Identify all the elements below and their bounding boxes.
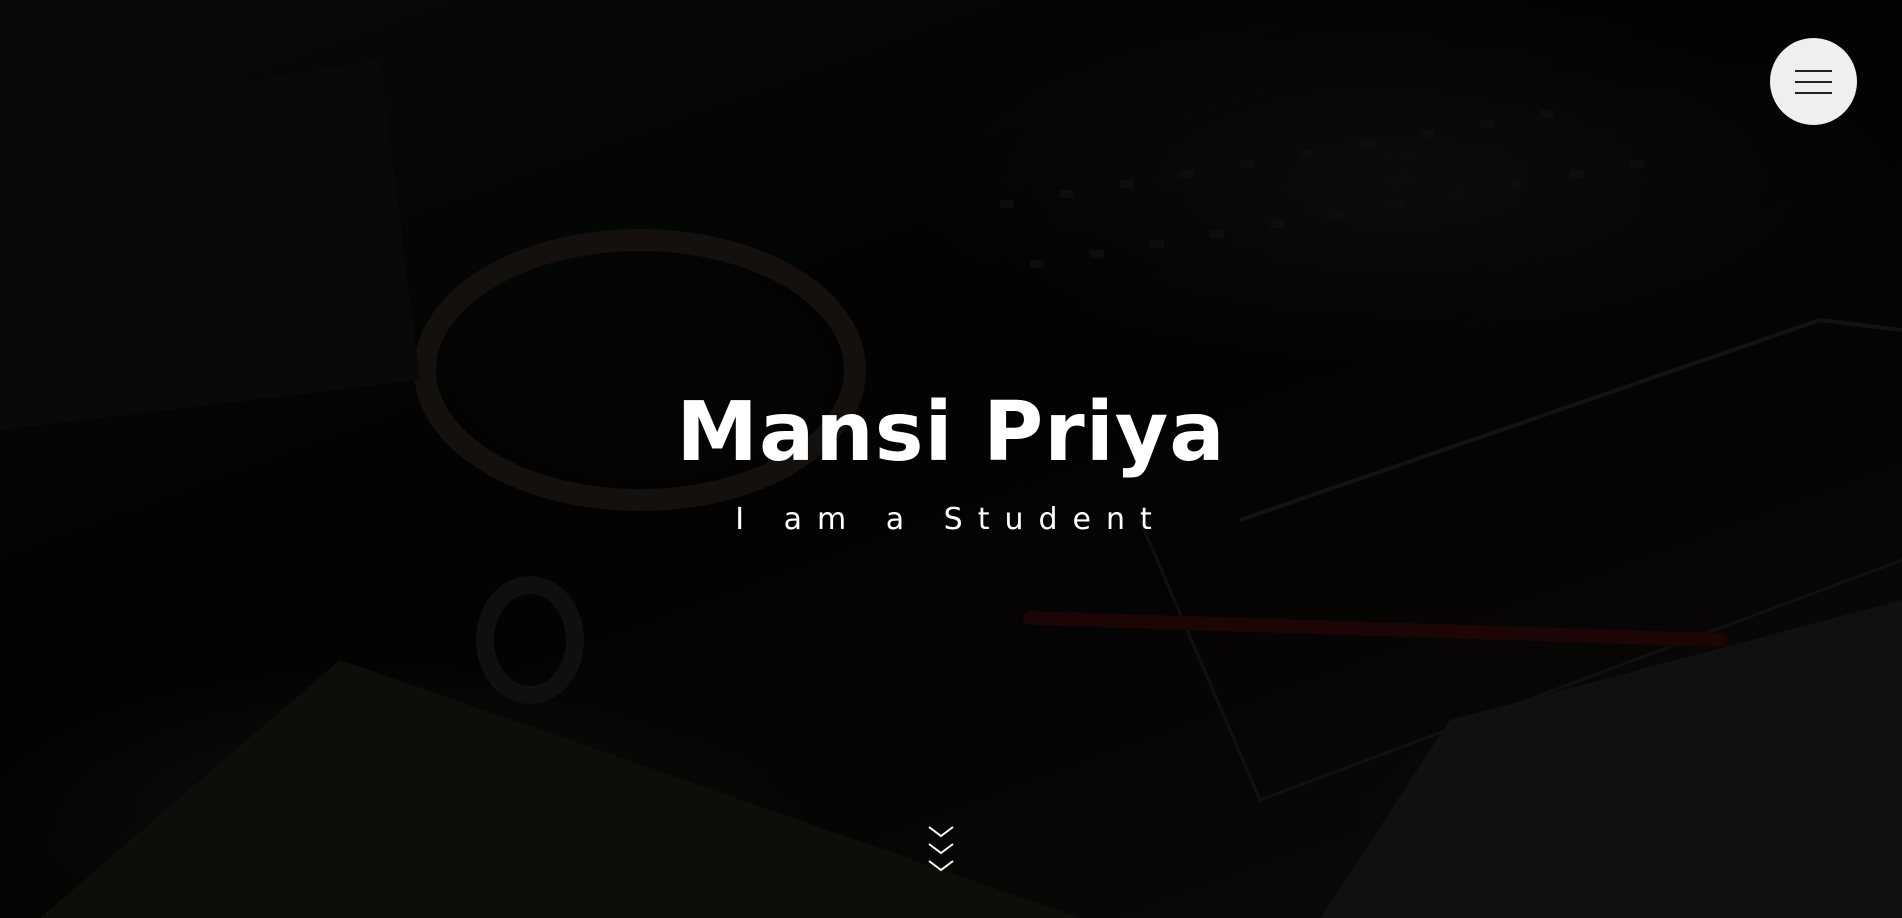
hamburger-icon — [1795, 69, 1832, 94]
hero-section: Mansi Priya I am a Student — [0, 0, 1902, 918]
scroll-down-button[interactable] — [926, 824, 956, 878]
hero-name: Mansi Priya — [676, 385, 1226, 480]
hero-content: Mansi Priya I am a Student — [0, 380, 1902, 540]
hero-tagline: I am a Student — [735, 502, 1167, 537]
chevrons-down-icon — [928, 826, 954, 872]
menu-button[interactable] — [1770, 38, 1857, 125]
